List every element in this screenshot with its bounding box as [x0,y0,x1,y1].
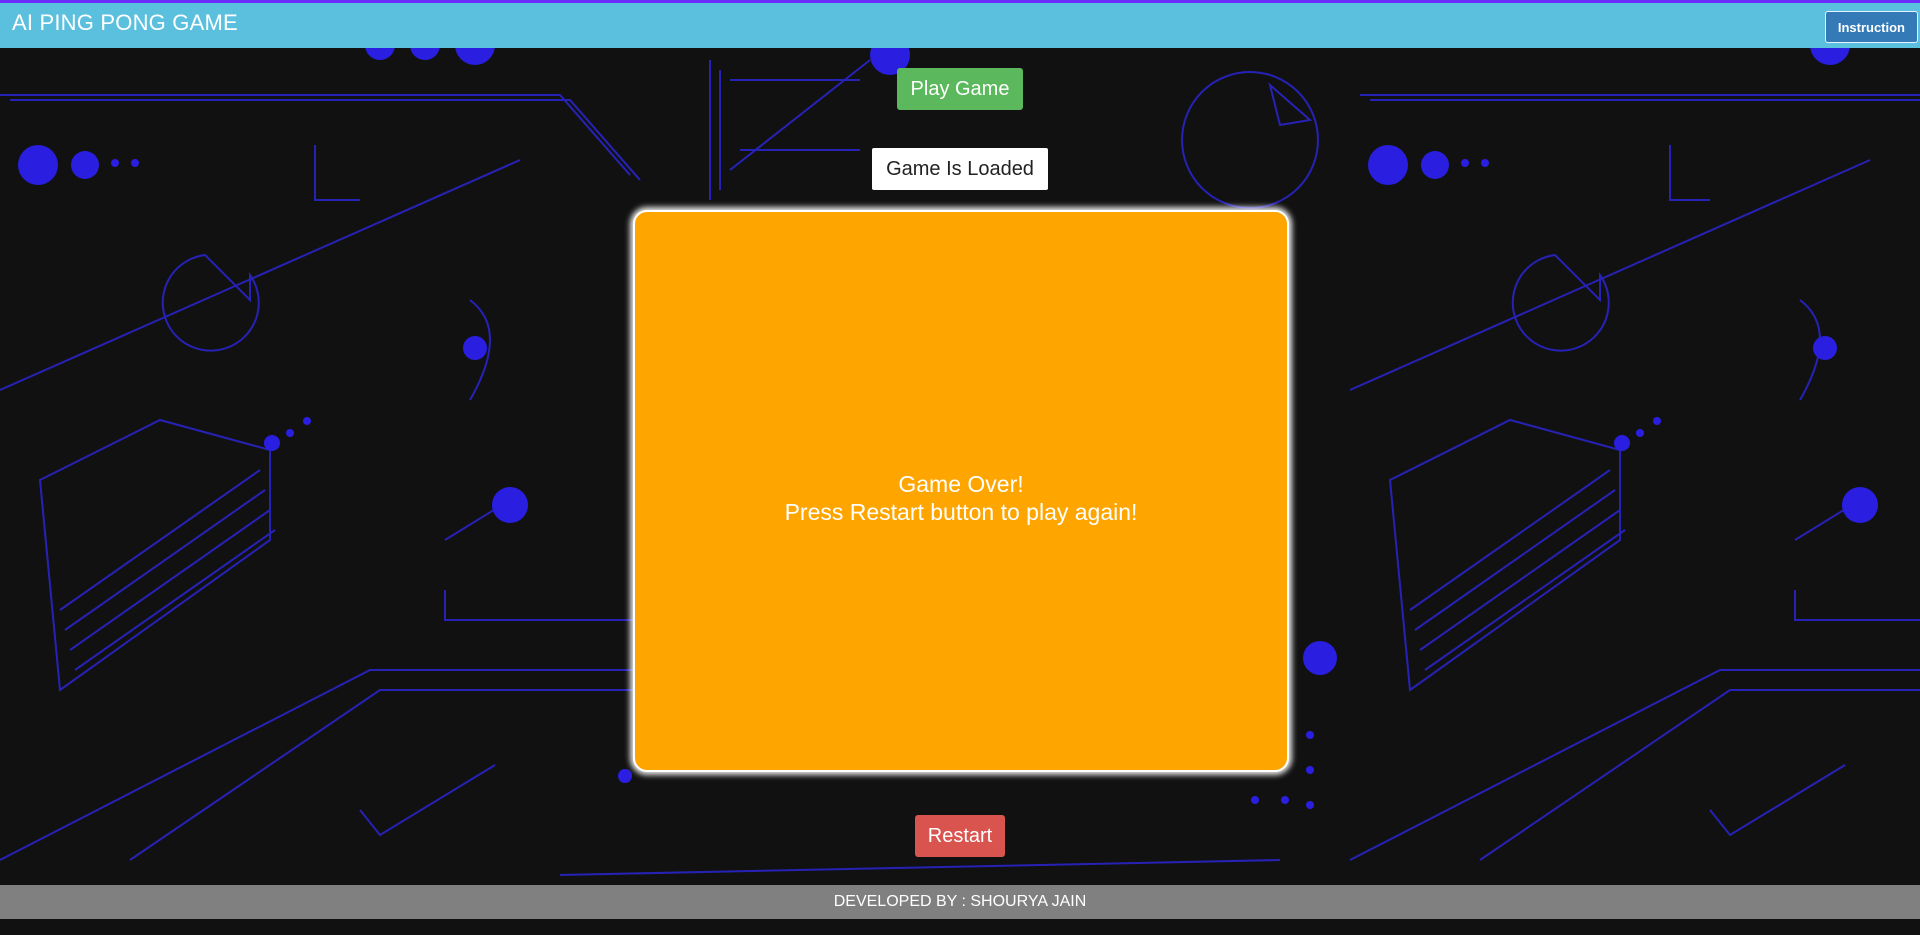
app-title: AI PING PONG GAME [12,10,238,35]
game-over-hint: Press Restart button to play again! [784,499,1138,525]
game-over-message: Game Over! Press Restart button to play … [635,470,1287,526]
instruction-button[interactable]: Instruction [1824,11,1918,43]
game-board[interactable]: Game Over! Press Restart button to play … [633,210,1289,772]
play-game-button[interactable]: Play Game [897,68,1023,110]
restart-button[interactable]: Restart [915,815,1005,857]
top-navbar: AI PING PONG GAME Instruction [0,0,1920,48]
game-over-title: Game Over! [898,471,1024,497]
footer: DEVELOPED BY : SHOURYA JAIN [0,885,1920,919]
game-status-label: Game Is Loaded [872,148,1048,190]
